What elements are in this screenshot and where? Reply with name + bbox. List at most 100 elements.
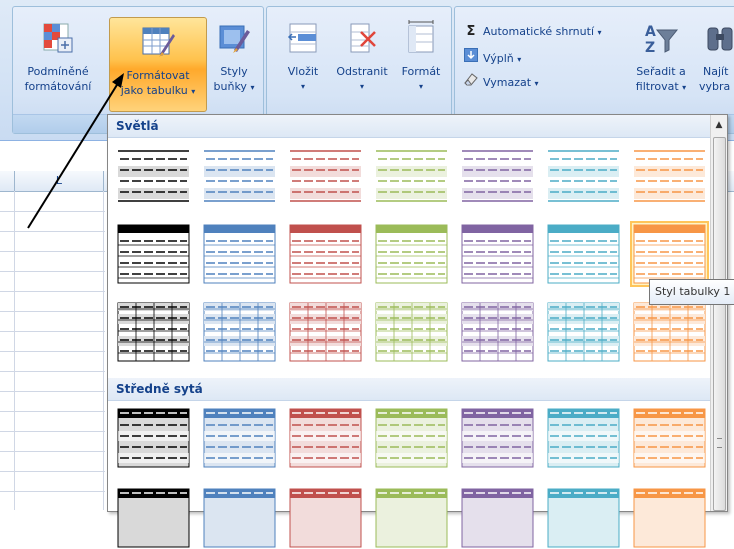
table-style-swatch[interactable] <box>546 407 621 469</box>
table-style-swatch[interactable] <box>116 145 191 207</box>
table-style-swatch[interactable] <box>460 407 535 469</box>
sort-filter-label1: Seřadit a <box>636 65 686 78</box>
svg-text:Z: Z <box>645 40 655 56</box>
sort-filter-dropdown-icon: ▾ <box>682 83 687 92</box>
table-style-swatch[interactable] <box>546 301 621 363</box>
table-style-swatch[interactable] <box>202 223 277 285</box>
format-as-table-label2: jako tabulku ▾ <box>120 84 196 97</box>
clear-label: Vymazat <box>483 76 532 89</box>
table-style-swatch[interactable] <box>632 487 707 549</box>
delete-button[interactable]: Odstranit ▾ <box>330 20 394 112</box>
table-style-gallery: Světlá Středně sytá ▲ <box>107 114 728 548</box>
grid-line <box>0 251 105 252</box>
table-style-swatch[interactable] <box>288 145 363 207</box>
table-style-swatch[interactable] <box>374 145 449 207</box>
table-style-swatch[interactable] <box>288 487 363 549</box>
table-style-swatch[interactable] <box>460 145 535 207</box>
table-style-swatch[interactable] <box>632 407 707 469</box>
format-button[interactable]: Formát ▾ <box>396 20 446 112</box>
cell-styles-icon <box>206 20 262 60</box>
format-as-table-label1: Formátovat <box>126 69 190 82</box>
fill-dropdown-icon: ▾ <box>517 55 522 64</box>
table-style-swatch[interactable] <box>116 407 191 469</box>
table-style-swatch[interactable] <box>288 301 363 363</box>
table-style-swatch[interactable] <box>116 487 191 549</box>
table-style-swatch[interactable] <box>460 301 535 363</box>
fill-down-icon <box>463 48 479 65</box>
grid-line <box>0 391 105 392</box>
cell-styles-dropdown-icon: ▾ <box>250 83 255 92</box>
table-style-swatch[interactable] <box>374 223 449 285</box>
sort-filter-button[interactable]: A Z Seřadit a filtrovat ▾ <box>632 20 690 112</box>
autosum-dropdown-icon: ▾ <box>597 28 602 37</box>
svg-text:A: A <box>645 24 656 40</box>
column-header-l[interactable]: L <box>15 171 104 191</box>
sigma-icon: Σ <box>466 24 476 39</box>
find-select-button[interactable]: Najít vybra <box>695 20 734 112</box>
table-style-swatch[interactable] <box>546 145 621 207</box>
table-style-swatch[interactable] <box>460 223 535 285</box>
grid-line <box>0 351 105 352</box>
fill-label: Výplň <box>483 52 514 65</box>
table-style-swatch[interactable] <box>546 223 621 285</box>
grid-line <box>0 371 105 372</box>
autosum-label: Automatické shrnutí <box>483 25 594 38</box>
section-medium-header: Středně sytá <box>108 378 719 401</box>
grid-line <box>0 271 105 272</box>
grid-line <box>0 231 105 232</box>
section-light-header: Světlá <box>108 115 719 138</box>
clear-dropdown-icon: ▾ <box>534 79 539 88</box>
table-style-swatch[interactable] <box>288 223 363 285</box>
sort-filter-label2: filtrovat ▾ <box>635 80 687 93</box>
format-cells-icon <box>396 20 446 60</box>
table-style-swatch[interactable] <box>202 145 277 207</box>
grid-line <box>0 331 105 332</box>
format-label: Formát <box>401 65 441 78</box>
table-style-swatch[interactable] <box>632 301 707 363</box>
insert-button[interactable]: Vložit ▾ <box>280 20 326 112</box>
table-style-swatch[interactable] <box>116 301 191 363</box>
delete-label: Odstranit <box>336 65 388 78</box>
conditional-formatting-label1: Podmíněné <box>27 65 89 78</box>
grid-line <box>0 431 105 432</box>
cell-styles-button[interactable]: Styly buňky ▾ <box>206 20 262 112</box>
fill-button[interactable]: Výplň ▾ <box>463 48 521 68</box>
insert-cells-icon <box>280 20 326 60</box>
cell-styles-label2: buňky ▾ <box>213 80 255 93</box>
conditional-formatting-button[interactable]: Podmíněné formátování <box>14 20 102 112</box>
grid-line <box>0 491 105 492</box>
table-style-swatch[interactable] <box>374 487 449 549</box>
table-style-swatch[interactable] <box>202 487 277 549</box>
autosum-button[interactable]: Σ Automatické shrnutí ▾ <box>463 24 602 44</box>
insert-label: Vložit <box>287 65 319 78</box>
table-style-swatch[interactable] <box>374 301 449 363</box>
table-style-swatch[interactable] <box>288 407 363 469</box>
binoculars-icon <box>695 20 734 60</box>
conditional-formatting-icon <box>14 20 102 60</box>
table-style-swatch[interactable] <box>374 407 449 469</box>
grid-line <box>0 291 105 292</box>
format-as-table-button[interactable]: Formátovat jako tabulku ▾ <box>109 17 207 112</box>
table-style-swatch[interactable] <box>546 487 621 549</box>
table-style-swatch[interactable] <box>202 301 277 363</box>
column-header-k[interactable] <box>0 171 15 191</box>
table-style-swatch[interactable] <box>116 223 191 285</box>
grid-line <box>0 451 105 452</box>
table-style-swatch[interactable] <box>630 221 709 287</box>
delete-dropdown-icon: ▾ <box>359 82 364 91</box>
clear-button[interactable]: Vymazat ▾ <box>463 72 539 92</box>
style-tooltip: Styl tabulky 1 <box>649 279 734 305</box>
format-as-table-dropdown-icon: ▾ <box>191 87 196 96</box>
table-style-swatch[interactable] <box>632 145 707 207</box>
scroll-grip-icon <box>717 438 722 448</box>
table-style-swatch[interactable] <box>202 407 277 469</box>
scroll-thumb[interactable] <box>713 137 726 511</box>
gallery-scrollbar[interactable]: ▲ <box>710 115 727 511</box>
grid-line <box>0 411 105 412</box>
format-as-table-icon <box>110 24 206 64</box>
eraser-icon <box>463 72 479 89</box>
table-style-swatch[interactable] <box>460 487 535 549</box>
find-select-label2: vybra <box>699 80 731 93</box>
cell-styles-label1: Styly <box>220 65 248 78</box>
scroll-up-icon[interactable]: ▲ <box>711 117 727 133</box>
